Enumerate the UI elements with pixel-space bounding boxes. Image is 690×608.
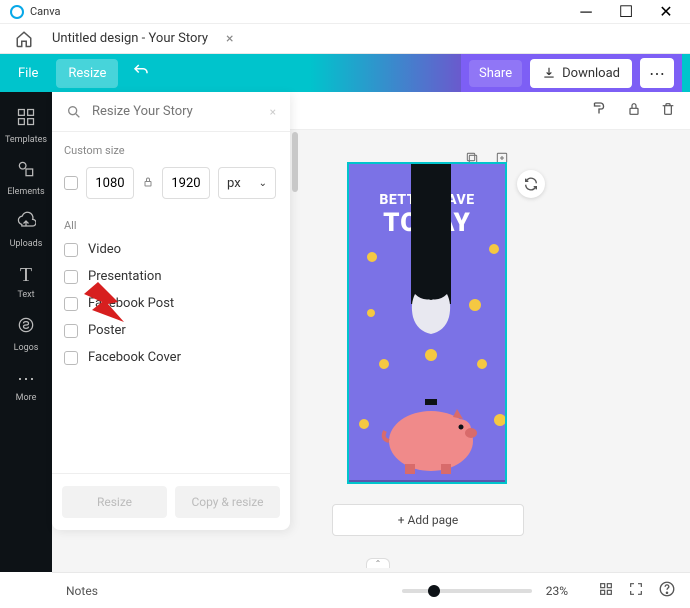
custom-size-checkbox[interactable] — [64, 176, 78, 190]
close-button[interactable]: ✕ — [646, 1, 686, 23]
coin-graphic — [489, 244, 499, 254]
option-label: Video — [88, 242, 121, 257]
checkbox[interactable] — [64, 324, 78, 338]
collapse-handle[interactable]: ⌃ — [366, 558, 390, 568]
pig-graphic — [381, 399, 481, 474]
size-option-poster[interactable]: Poster — [64, 323, 278, 338]
size-option-video[interactable]: Video — [64, 242, 278, 257]
annotation-arrow — [84, 282, 144, 322]
coin-graphic — [494, 414, 506, 426]
sidebar-label: Templates — [5, 135, 47, 145]
trash-icon[interactable] — [660, 101, 676, 121]
search-input[interactable] — [92, 104, 260, 119]
option-label: Poster — [88, 323, 126, 338]
templates-icon — [16, 107, 36, 132]
grid-view-button[interactable] — [598, 581, 614, 601]
file-menu[interactable]: File — [8, 60, 48, 87]
coin-graphic — [477, 359, 487, 369]
lock-aspect-button[interactable] — [142, 174, 154, 193]
unit-select[interactable]: px ⌄ — [218, 167, 276, 199]
tab-title: Untitled design - Your Story — [52, 31, 208, 46]
tab-close-button[interactable]: × — [226, 31, 233, 47]
sidebar-item-elements[interactable]: Elements — [0, 152, 52, 204]
minimize-button[interactable]: ─ — [566, 1, 606, 23]
zoom-slider[interactable] — [402, 589, 532, 593]
floor-line — [349, 480, 505, 482]
clear-search-button[interactable]: × — [270, 105, 276, 119]
sidebar-label: Logos — [14, 343, 39, 353]
refresh-button[interactable] — [517, 170, 545, 198]
uploads-icon — [16, 211, 36, 236]
sidebar-label: More — [16, 393, 37, 403]
maximize-button[interactable]: ☐ — [606, 1, 646, 23]
size-option-facebook-cover[interactable]: Facebook Cover — [64, 350, 278, 365]
sidebar-item-logos[interactable]: Logos — [0, 308, 52, 360]
sidebar-label: Elements — [7, 187, 44, 197]
sidebar-item-templates[interactable]: Templates — [0, 100, 52, 152]
arm-graphic — [411, 164, 451, 304]
all-label: All — [64, 219, 278, 232]
style-icon[interactable] — [590, 100, 608, 122]
height-input[interactable] — [162, 167, 210, 199]
fullscreen-button[interactable] — [628, 581, 644, 601]
add-page-button[interactable]: + Add page — [332, 504, 524, 536]
app-name: Canva — [30, 5, 60, 18]
coin-graphic — [367, 309, 375, 317]
search-icon — [66, 104, 82, 120]
sidebar-label: Uploads — [10, 239, 43, 249]
zoom-percent[interactable]: 23% — [546, 584, 568, 598]
download-icon — [542, 66, 556, 80]
logos-icon — [16, 315, 36, 340]
hand-graphic — [405, 289, 457, 339]
chevron-down-icon: ⌄ — [259, 178, 267, 189]
help-button[interactable] — [658, 580, 676, 602]
resize-menu-button[interactable]: Resize — [56, 59, 118, 88]
checkbox[interactable] — [64, 297, 78, 311]
notes-button[interactable]: Notes — [66, 584, 98, 598]
sidebar-item-uploads[interactable]: Uploads — [0, 204, 52, 256]
coin-graphic — [367, 252, 377, 262]
more-button[interactable]: ⋯ — [640, 58, 674, 88]
checkbox[interactable] — [64, 270, 78, 284]
elements-icon — [16, 159, 36, 184]
home-button[interactable] — [8, 26, 40, 52]
width-input[interactable] — [86, 167, 134, 199]
sidebar-label: Text — [17, 290, 34, 300]
panel-scrollbar[interactable] — [292, 132, 298, 192]
sidebar-item-text[interactable]: T Text — [0, 256, 52, 308]
unit-value: px — [227, 176, 241, 191]
lock-icon[interactable] — [626, 101, 642, 121]
coin-graphic — [425, 349, 437, 361]
more-icon: ⋯ — [17, 369, 35, 390]
undo-button[interactable] — [132, 62, 150, 84]
coin-graphic — [359, 419, 369, 429]
checkbox[interactable] — [64, 243, 78, 257]
coin-graphic — [469, 299, 481, 311]
sidebar-item-more[interactable]: ⋯ More — [0, 360, 52, 412]
checkbox[interactable] — [64, 351, 78, 365]
coin-graphic — [379, 359, 389, 369]
text-icon: T — [20, 264, 32, 287]
download-label: Download — [562, 66, 620, 81]
app-icon — [10, 5, 24, 19]
zoom-thumb[interactable] — [428, 585, 440, 597]
option-label: Facebook Cover — [88, 350, 181, 365]
download-button[interactable]: Download — [530, 59, 632, 88]
design-canvas[interactable]: BETTER SAVE TODAY — [347, 162, 507, 484]
share-button[interactable]: Share — [469, 60, 522, 87]
custom-size-label: Custom size — [64, 144, 278, 157]
copy-resize-button[interactable]: Copy & resize — [175, 486, 280, 518]
resize-button[interactable]: Resize — [62, 486, 167, 518]
